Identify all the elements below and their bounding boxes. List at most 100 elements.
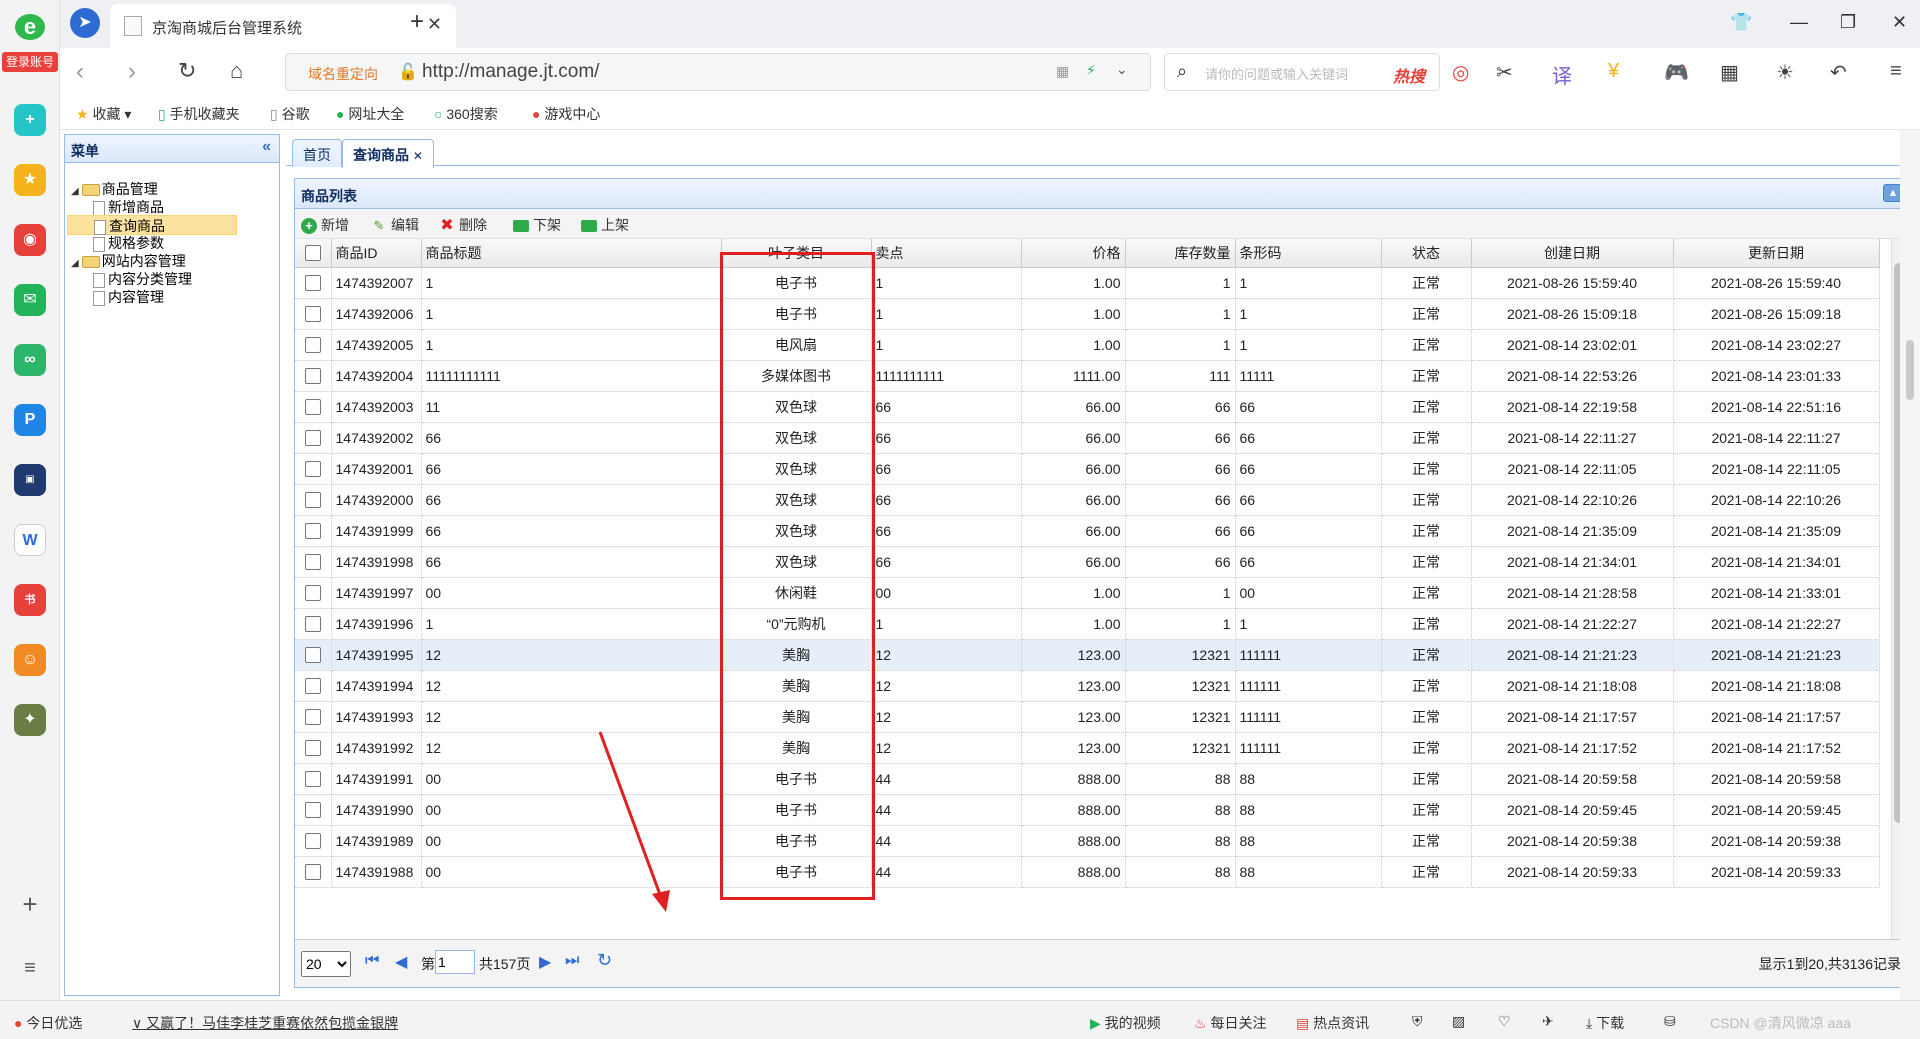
weibo-icon[interactable]: ◉ [14,224,46,256]
next-page-icon[interactable]: ▶ [539,952,551,972]
bookmark-360search[interactable]: ○ 360搜索 [434,104,498,124]
shelve-button[interactable]: 上架 [581,215,629,235]
row-checkbox[interactable] [304,430,321,447]
speed-icon[interactable]: ✈ [1542,1013,1554,1030]
row-checkbox[interactable] [304,678,321,695]
table-row[interactable]: 1474391999 66 双色球 66 66.00 66 66 正常 2021-08-14 2… [295,515,1880,547]
close-tab-icon[interactable]: ✕ [413,149,423,163]
row-checkbox[interactable] [304,554,321,571]
navigate-icon[interactable]: ➤ [70,8,100,38]
close-window-icon[interactable]: ✕ [1892,12,1907,33]
table-row[interactable]: 1474391996 1 “0”元购机 1 1.00 1 1 正常 2021-08-14 21:… [295,608,1880,640]
coin-icon[interactable]: ⛁ [1664,1013,1676,1030]
table-row[interactable]: 1474391993 12 美胸 12 123.00 12321 111111 正常 2021-… [295,701,1880,733]
row-checkbox[interactable] [304,585,321,602]
row-checkbox-cell[interactable] [295,732,332,764]
table-row[interactable]: 1474391990 00 电子书 44 888.00 88 88 正常 2021-08-14 … [295,794,1880,826]
shooter-game-icon[interactable]: ✦ [14,704,46,736]
row-checkbox-cell[interactable] [295,639,332,671]
tree-node-spec-params[interactable]: 规格参数 [93,233,164,253]
hot-search-label[interactable]: 热搜 [1393,63,1425,87]
row-checkbox-cell[interactable] [295,608,332,640]
row-checkbox-cell[interactable] [295,422,332,454]
redirect-label[interactable]: 域名重定向 [308,64,378,84]
bookmark-games[interactable]: ● 游戏中心 [532,104,600,124]
row-checkbox[interactable] [304,275,321,292]
col-header-stock[interactable]: 库存数量 [1125,239,1236,268]
translate-icon[interactable]: 译 [1552,60,1572,89]
game-character-icon[interactable]: ☺ [14,644,46,676]
checkbox[interactable] [304,245,321,262]
table-row[interactable]: 1474392007 1 电子书 1 1.00 1 1 正常 2021-08-26 15:59:… [295,267,1880,299]
col-header-barcode[interactable]: 条形码 [1235,239,1382,268]
table-row[interactable]: 1474392005 1 电风扇 1 1.00 1 1 正常 2021-08-14 23:02:… [295,329,1880,361]
bookmark-hao360[interactable]: ● 网址大全 [336,104,404,124]
col-header-sellpoint[interactable]: 卖点 [871,239,1022,268]
row-checkbox[interactable] [304,337,321,354]
expand-arrow-icon[interactable]: ◢ [71,186,79,197]
row-checkbox[interactable] [304,616,321,633]
col-header-updated[interactable]: 更新日期 [1673,239,1880,268]
bookmark-mobile[interactable]: ▯ 手机收藏夹 [158,104,240,124]
page-scrollbar[interactable] [1900,130,1920,1000]
row-checkbox-cell[interactable] [295,329,332,361]
row-checkbox-cell[interactable] [295,670,332,702]
col-header-status[interactable]: 状态 [1381,239,1472,268]
lightning-icon[interactable]: ⚡ [1086,62,1096,79]
game-app-icon[interactable]: ▣ [14,464,46,496]
col-header-category[interactable]: 叶子类目 [721,239,872,268]
col-header-title[interactable]: 商品标题 [421,239,722,268]
image-icon[interactable]: ▨ [1452,1013,1465,1030]
col-header-created[interactable]: 创建日期 [1471,239,1674,268]
row-checkbox-cell[interactable] [295,577,332,609]
row-checkbox-cell[interactable] [295,453,332,485]
tree-node-site-content[interactable]: ◢ 网站内容管理 [71,251,186,271]
add-sidebar-icon[interactable]: + [16,890,44,918]
word-doc-icon[interactable]: W [14,524,46,556]
table-row[interactable]: 1474392001 66 双色球 66 66.00 66 66 正常 2021-08-14 2… [295,453,1880,485]
table-row[interactable]: 1474392003 11 双色球 66 66.00 66 66 正常 2021-08-14 2… [295,391,1880,423]
row-checkbox-cell[interactable] [295,360,332,392]
sidebar-menu-icon[interactable]: ≡ [16,954,44,982]
tree-node-query-product[interactable]: 查询商品 [67,215,237,235]
select-all-checkbox[interactable] [295,239,332,268]
row-checkbox[interactable] [304,802,321,819]
hot-news-link[interactable]: ▤ 热点资讯 [1296,1013,1369,1033]
tree-node-product-mgmt[interactable]: ◢ 商品管理 [71,179,158,199]
table-row[interactable]: 1474392004 11111111111 多媒体图书 1111111111 1111… [295,360,1880,392]
table-row[interactable]: 1474391997 00 休闲鞋 00 1.00 1 00 正常 2021-08-14 21:… [295,577,1880,609]
table-row[interactable]: 1474392006 1 电子书 1 1.00 1 1 正常 2021-08-26 15:09:… [295,298,1880,330]
gamepad-icon[interactable]: 🎮 [1664,60,1689,85]
table-row[interactable]: 1474392000 66 双色球 66 66.00 66 66 正常 2021-08-14 2… [295,484,1880,516]
row-checkbox[interactable] [304,740,321,757]
tree-node-content-mgmt[interactable]: 内容管理 [93,287,164,307]
apps-grid-icon[interactable]: ▦ [1720,60,1739,85]
col-header-id[interactable]: 商品ID [331,239,422,268]
row-checkbox[interactable] [304,368,321,385]
row-checkbox-cell[interactable] [295,825,332,857]
unshelve-button[interactable]: 下架 [513,215,561,235]
login-account-button[interactable]: 登录账号 [2,52,58,72]
row-checkbox-cell[interactable] [295,546,332,578]
qr-code-icon[interactable]: ▦ [1056,63,1069,80]
row-checkbox[interactable] [304,771,321,788]
row-checkbox-cell[interactable] [295,298,332,330]
page-scrollbar-thumb[interactable] [1906,340,1914,400]
row-checkbox[interactable] [304,647,321,664]
row-checkbox[interactable] [304,399,321,416]
page-size-select[interactable]: 20 [301,951,351,977]
coupon-icon[interactable]: ¥ [1608,60,1619,83]
address-bar[interactable]: 域名重定向 🔓 http://manage.jt.com/ ▦ ⚡ ⌄ [285,53,1151,91]
row-checkbox-cell[interactable] [295,515,332,547]
chevron-down-icon[interactable]: ⌄ [1116,61,1128,78]
row-checkbox[interactable] [304,833,321,850]
minimize-icon[interactable]: — [1790,12,1808,33]
my-video-link[interactable]: ▶ 我的视频 [1090,1013,1161,1033]
row-checkbox-cell[interactable] [295,391,332,423]
undo-icon[interactable]: ↶ [1830,60,1847,85]
row-checkbox-cell[interactable] [295,484,332,516]
row-checkbox-cell[interactable] [295,701,332,733]
tab-query-product[interactable]: 查询商品 ✕ [342,139,434,168]
redbook-icon[interactable]: 书 [14,584,46,616]
delete-button[interactable]: ✖ 删除 [439,215,487,235]
